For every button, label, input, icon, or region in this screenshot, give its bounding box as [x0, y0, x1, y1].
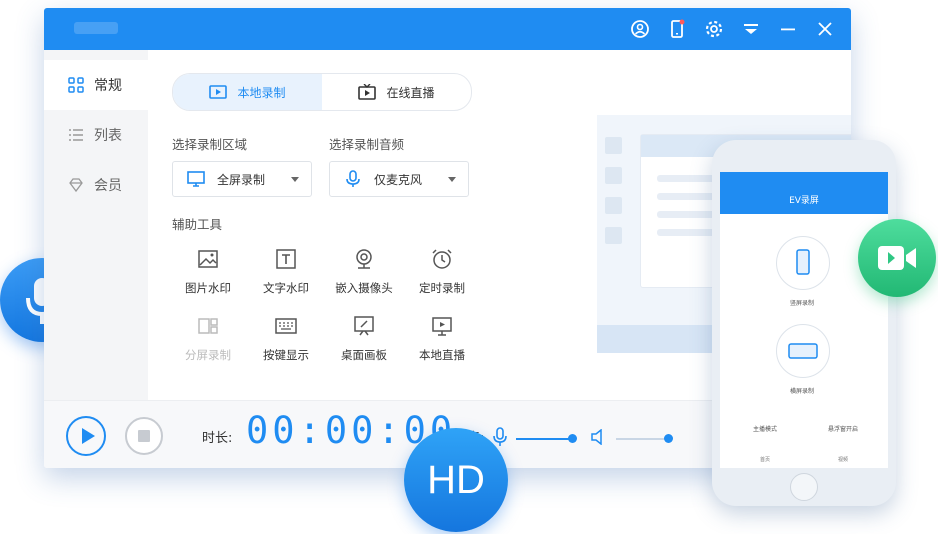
diamond-icon	[69, 178, 83, 193]
preview-desktop-icon	[605, 167, 622, 184]
split-icon	[198, 318, 218, 334]
phone-mockup: EV录屏 竖屏录制 横屏录制 主播模式 悬浮窗开启 首页 视频	[712, 140, 896, 506]
portrait-record-button[interactable]	[776, 236, 830, 290]
minimize-icon[interactable]	[769, 8, 806, 50]
text-icon	[276, 249, 296, 269]
portrait-record-label: 竖屏录制	[789, 300, 814, 307]
speaker-icon[interactable]	[590, 429, 606, 445]
float-window-label: 悬浮窗开启	[827, 426, 858, 433]
phone-status-bar	[720, 172, 888, 185]
audio-label: 选择录制音频	[329, 137, 405, 152]
tool-local-live[interactable]: 本地直播	[404, 315, 480, 363]
audio-select[interactable]: 仅麦克风	[329, 161, 469, 197]
keyboard-icon	[275, 318, 297, 334]
region-select[interactable]: 全屏录制	[172, 161, 312, 197]
tool-webcam[interactable]: 嵌入摄像头	[326, 248, 402, 296]
audio-value: 仅麦克风	[374, 172, 423, 187]
sidebar-item-member[interactable]: 会员	[44, 160, 148, 210]
phone-icon[interactable]	[658, 8, 695, 50]
tool-split-screen[interactable]: 分屏录制	[170, 315, 246, 363]
tab-label: 本地录制	[237, 85, 286, 100]
preview-desktop-icon	[605, 137, 622, 154]
landscape-record-label: 横屏录制	[789, 388, 814, 395]
mic-volume-slider[interactable]	[516, 438, 572, 440]
tab-label: 在线直播	[386, 85, 435, 100]
tool-label: 文字水印	[263, 281, 309, 295]
monitor-icon	[432, 317, 452, 336]
hd-label: HD	[427, 457, 485, 502]
speaker-volume-slider[interactable]	[616, 438, 668, 440]
menu-icon[interactable]	[732, 8, 769, 50]
sidebar-item-general[interactable]: 常规	[44, 60, 148, 110]
tool-label: 分屏录制	[185, 348, 231, 362]
preview-desktop-icon	[605, 197, 622, 214]
phone-nav-bar: EV录屏	[720, 185, 888, 214]
tool-label: 本地直播	[419, 348, 465, 362]
record-icon	[209, 85, 228, 99]
app-logo	[74, 22, 118, 34]
sidebar-item-label: 会员	[94, 178, 122, 194]
microphone-icon	[346, 170, 360, 187]
tool-keyboard[interactable]: 按键显示	[248, 315, 324, 363]
sidebar-item-list[interactable]: 列表	[44, 110, 148, 160]
easel-icon	[354, 316, 374, 336]
mic-volume-knob[interactable]	[568, 434, 577, 443]
sidebar-item-label: 常规	[94, 78, 122, 94]
tool-label: 桌面画板	[341, 348, 387, 362]
phone-home-button	[790, 473, 818, 501]
tools-title: 辅助工具	[172, 217, 223, 232]
speaker-volume-knob[interactable]	[664, 434, 673, 443]
tablet-icon	[788, 343, 818, 359]
tool-label: 按键显示	[263, 348, 309, 362]
tool-text-watermark[interactable]: 文字水印	[248, 248, 324, 296]
image-icon	[198, 250, 218, 268]
landscape-record-button[interactable]	[776, 324, 830, 378]
tab-live-stream[interactable]: 在线直播	[322, 74, 471, 110]
tool-whiteboard[interactable]: 桌面画板	[326, 315, 402, 363]
alarm-icon	[432, 249, 452, 269]
list-icon	[69, 129, 83, 141]
chevron-down-icon	[448, 177, 456, 182]
tool-label: 图片水印	[185, 281, 231, 295]
microphone-icon[interactable]	[493, 427, 507, 447]
tab-local-record[interactable]: 本地录制	[173, 74, 322, 110]
sidebar: 常规 列表 会员	[44, 50, 148, 400]
anchor-mode-label: 主播模式	[752, 426, 777, 433]
preview-desktop-icon	[605, 227, 622, 244]
chevron-down-icon	[291, 177, 299, 182]
play-button[interactable]	[66, 416, 106, 456]
phone-icon	[796, 249, 810, 275]
duration-label: 时长:	[202, 431, 233, 446]
phone-tab-home[interactable]: 首页	[745, 456, 785, 463]
camera-badge	[858, 219, 936, 297]
stop-button[interactable]	[125, 417, 163, 455]
region-value: 全屏录制	[217, 172, 266, 187]
mode-tabs: 本地录制 在线直播	[172, 73, 472, 111]
grid-icon	[68, 77, 84, 93]
tool-image-watermark[interactable]: 图片水印	[170, 248, 246, 296]
sidebar-item-label: 列表	[94, 128, 122, 144]
phone-app-title: EV录屏	[789, 196, 819, 206]
title-bar	[44, 8, 851, 50]
monitor-icon	[187, 171, 205, 187]
tv-icon	[358, 84, 377, 100]
region-label: 选择录制区域	[172, 137, 248, 152]
gear-icon[interactable]	[695, 8, 732, 50]
hd-badge: HD	[404, 428, 508, 532]
phone-screen: EV录屏 竖屏录制 横屏录制 主播模式 悬浮窗开启 首页 视频	[720, 172, 888, 468]
video-camera-icon	[878, 246, 916, 270]
tool-timer[interactable]: 定时录制	[404, 248, 480, 296]
user-icon[interactable]	[621, 8, 658, 50]
webcam-icon	[356, 249, 372, 269]
phone-tab-video[interactable]: 视频	[823, 456, 863, 463]
tool-label: 定时录制	[419, 281, 465, 295]
tool-label: 嵌入摄像头	[335, 281, 393, 295]
close-icon[interactable]	[806, 8, 843, 50]
